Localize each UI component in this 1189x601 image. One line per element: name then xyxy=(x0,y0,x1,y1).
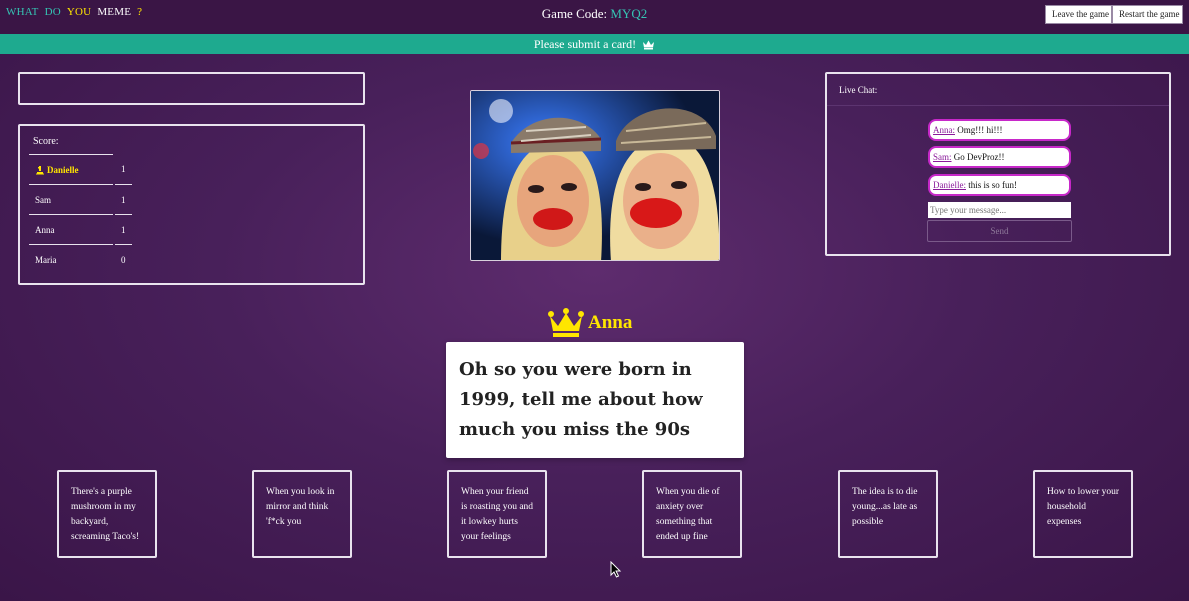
hand-card[interactable]: How to lower your household expenses xyxy=(1033,470,1133,558)
score-name: Sam xyxy=(29,184,113,214)
restart-game-button[interactable]: Restart the game xyxy=(1112,5,1183,24)
score-points: 1 xyxy=(115,214,132,244)
chat-message: Anna: Omg!!! hi!!! xyxy=(928,119,1071,141)
chat-message: Sam: Go DevProz!! xyxy=(928,146,1071,168)
score-points: 1 xyxy=(115,184,132,214)
live-chat: Live Chat: Anna: Omg!!! hi!!! Sam: Go De… xyxy=(825,72,1171,256)
game-code-label: Game Code: xyxy=(541,6,608,21)
judge-label: Anna xyxy=(548,308,632,340)
score-row: Anna 1 xyxy=(29,214,132,244)
scoreboard: Score: Danielle 1 Sam 1 Anna 1 Maria 0 xyxy=(18,124,365,285)
status-banner: Please submit a card! xyxy=(0,34,1189,54)
chat-message: Danielle: this is so fun! xyxy=(928,174,1071,196)
chat-message-text: this is so fun! xyxy=(968,180,1018,190)
hand-card[interactable]: There's a purple mushroom in my backyard… xyxy=(57,470,157,558)
send-button[interactable]: Send xyxy=(927,220,1072,242)
meme-illustration xyxy=(471,91,719,260)
score-row: Maria 0 xyxy=(29,244,132,274)
scoreboard-title: Score: xyxy=(33,136,59,147)
prompt-card: Oh so you were born in 1999, tell me abo… xyxy=(446,342,744,458)
game-code: Game Code: MYQ2 xyxy=(0,6,1189,22)
chat-divider xyxy=(827,105,1169,106)
hand-card[interactable]: The idea is to die young...as late as po… xyxy=(838,470,938,558)
hand-card[interactable]: When your friend is roasting you and it … xyxy=(447,470,547,558)
banner-text: Please submit a card! xyxy=(533,37,637,51)
leave-game-button[interactable]: Leave the game xyxy=(1045,5,1112,24)
score-name: Anna xyxy=(29,214,113,244)
hand-card[interactable]: When you look in mirror and think 'f*ck … xyxy=(252,470,352,558)
mouse-cursor-icon xyxy=(610,561,622,578)
score-points: 0 xyxy=(115,244,132,274)
chat-username-link[interactable]: Danielle: xyxy=(933,180,966,190)
chat-title: Live Chat: xyxy=(839,85,878,95)
game-code-value: MYQ2 xyxy=(610,6,648,21)
score-name-cell: Danielle xyxy=(29,154,113,184)
submission-box xyxy=(18,72,365,105)
score-name: Danielle xyxy=(47,164,79,175)
top-bar: WHAT DO YOU MEME? Game Code: MYQ2 Leave the… xyxy=(0,0,1189,34)
chat-message-input[interactable] xyxy=(928,202,1071,218)
hand-card[interactable]: When you die of anxiety over something t… xyxy=(642,470,742,558)
chat-username-link[interactable]: Sam: xyxy=(933,152,952,162)
meme-image xyxy=(470,90,720,261)
score-table: Danielle 1 Sam 1 Anna 1 Maria 0 xyxy=(27,154,134,274)
score-points: 1 xyxy=(121,164,126,174)
score-name: Maria xyxy=(29,244,113,274)
chat-username-link[interactable]: Anna: xyxy=(933,125,955,135)
judge-name: Anna xyxy=(588,312,633,333)
crown-icon xyxy=(548,308,584,337)
score-row: Sam 1 xyxy=(29,184,132,214)
chat-message-text: Omg!!! hi!!! xyxy=(957,125,1003,135)
score-row: Danielle 1 xyxy=(29,154,132,184)
chat-message-text: Go DevProz!! xyxy=(953,152,1005,162)
trophy-icon xyxy=(36,165,44,174)
crown-icon xyxy=(643,40,655,50)
